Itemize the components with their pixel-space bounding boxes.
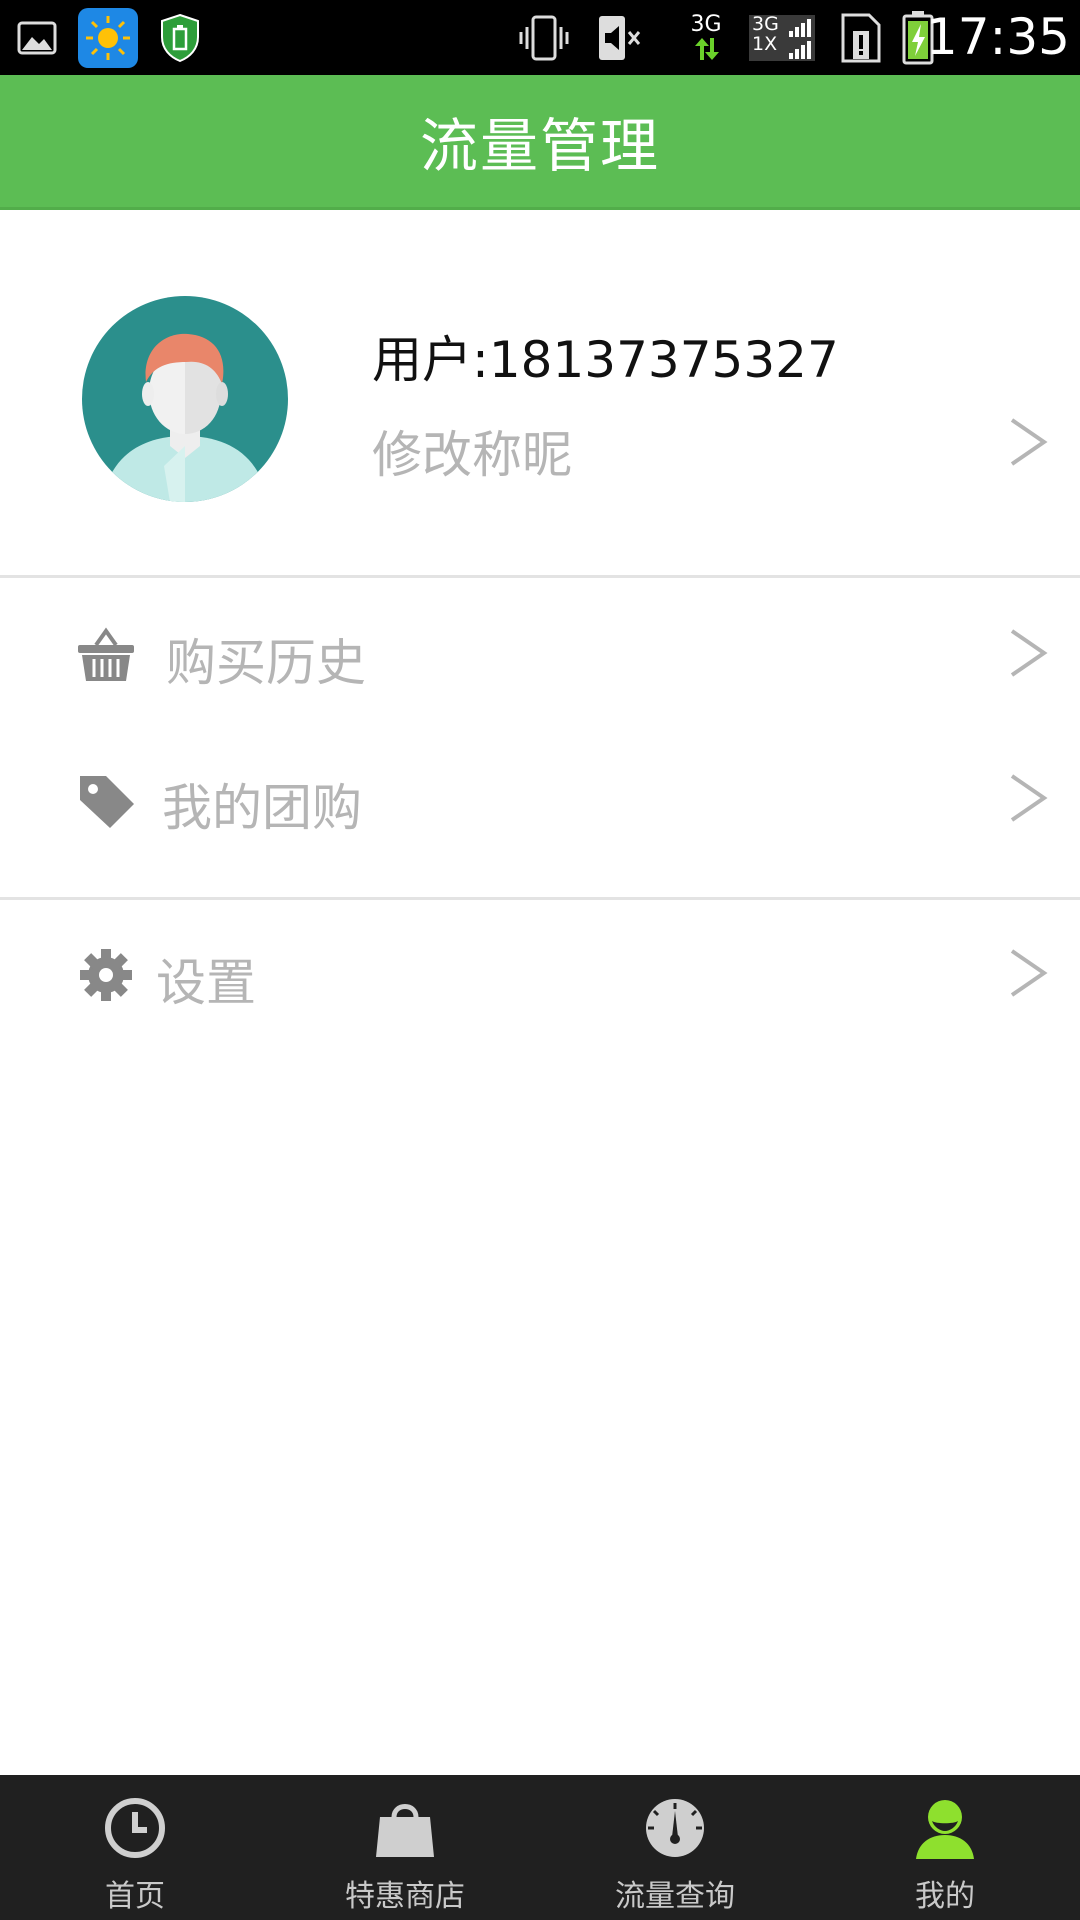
data-arrows-icon: 3G	[688, 0, 724, 75]
sim-alert-icon	[838, 0, 884, 75]
shield-icon	[155, 0, 205, 75]
menu-item-label: 我的团购	[162, 779, 362, 837]
profile-card[interactable]: 用户:18137375327 修改称昵	[0, 210, 1080, 578]
status-bar: 3G 3G 1X 17:35	[0, 0, 1080, 75]
mute-icon	[594, 0, 644, 75]
basket-icon	[78, 627, 134, 681]
app-header: 流量管理	[0, 75, 1080, 210]
menu-item-settings[interactable]: 设置	[0, 905, 1080, 1045]
gear-icon	[80, 949, 132, 1001]
menu-item-my-group-buy[interactable]: 我的团购	[0, 730, 1080, 870]
nav-item-store[interactable]: 特惠商店	[270, 1775, 540, 1920]
divider	[0, 897, 1080, 900]
speedometer-icon	[646, 1799, 704, 1857]
page-title: 流量管理	[419, 112, 660, 180]
chevron-right-icon	[1010, 629, 1048, 677]
nav-label: 特惠商店	[345, 1879, 465, 1914]
tag-icon	[80, 776, 134, 828]
bottom-nav: 首页 特惠商店 流量查询 我的	[0, 1775, 1080, 1920]
nav-label: 我的	[915, 1879, 975, 1914]
vibrate-icon	[518, 0, 570, 75]
nav-item-home[interactable]: 首页	[0, 1775, 270, 1920]
menu-item-label: 购买历史	[166, 634, 366, 692]
clock-icon	[105, 1798, 165, 1858]
menu-item-label: 设置	[156, 954, 256, 1012]
user-icon	[916, 1800, 974, 1859]
nav-item-data-query[interactable]: 流量查询	[540, 1775, 810, 1920]
chevron-right-icon	[1010, 949, 1048, 997]
nav-label: 流量查询	[615, 1879, 735, 1914]
shopping-bag-icon	[376, 1804, 434, 1857]
chevron-right-icon	[1010, 774, 1048, 822]
avatar[interactable]	[82, 296, 288, 502]
edit-nickname-link[interactable]: 修改称昵	[372, 415, 572, 487]
clock-text: 17:35	[925, 8, 1070, 66]
signal-icon: 3G 1X	[748, 0, 816, 75]
chevron-right-icon	[1010, 418, 1048, 466]
weather-icon	[77, 0, 139, 75]
username-label: 用户:18137375327	[372, 331, 839, 389]
gallery-icon	[12, 0, 62, 75]
nav-label: 首页	[105, 1879, 165, 1914]
nav-item-mine[interactable]: 我的	[810, 1775, 1080, 1920]
menu-item-purchase-history[interactable]: 购买历史	[0, 585, 1080, 725]
